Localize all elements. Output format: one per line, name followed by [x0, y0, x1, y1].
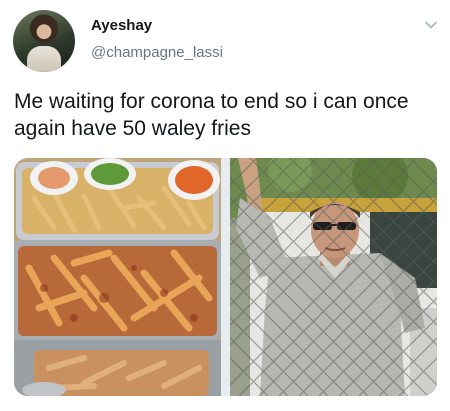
tweet-card: Ayeshay @champagne_lassi Me waiting for …: [0, 0, 450, 411]
photo-man-behind-fence[interactable]: [230, 158, 437, 396]
display-name[interactable]: Ayeshay: [91, 17, 152, 34]
photo-fries[interactable]: [14, 158, 221, 396]
avatar-figure: [27, 46, 61, 72]
avatar[interactable]: [13, 10, 75, 72]
tweet-text: Me waiting for corona to end so i can on…: [14, 90, 409, 140]
tweet-media[interactable]: [14, 158, 437, 396]
user-handle[interactable]: @champagne_lassi: [91, 44, 223, 61]
chevron-down-icon[interactable]: [424, 18, 438, 32]
